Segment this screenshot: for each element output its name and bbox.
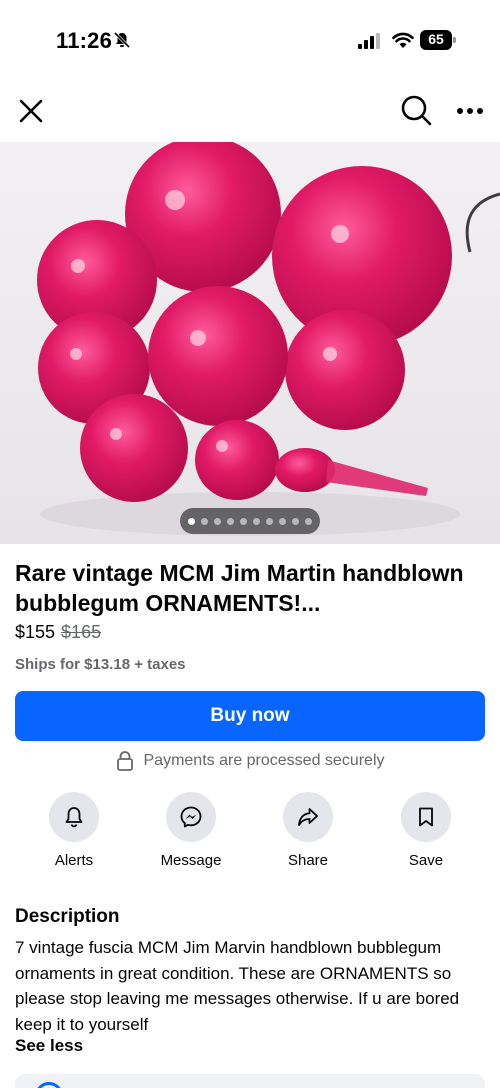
description-text: 7 vintage fuscia MCM Jim Marvin handblow…: [15, 938, 460, 1034]
see-less-link[interactable]: See less: [15, 1036, 83, 1056]
battery-level: 65: [428, 31, 444, 47]
original-price: $165: [61, 622, 102, 642]
lock-icon: [116, 751, 133, 771]
bell-slash-icon: [113, 31, 131, 49]
pager-dot: [214, 517, 221, 525]
message-circle[interactable]: [166, 792, 216, 842]
share-icon: [298, 808, 318, 826]
description-heading: Description: [15, 906, 120, 927]
battery-icon: 65: [420, 30, 456, 50]
messenger-icon: [180, 806, 202, 828]
more-horizontal-icon[interactable]: [452, 94, 488, 128]
message-label: Message: [160, 852, 222, 869]
alerts-circle[interactable]: [49, 792, 99, 842]
pager-dot: [227, 517, 234, 525]
shipping-info: Ships for $13.18 + taxes: [15, 656, 186, 673]
seller-card-icon: [35, 1082, 63, 1088]
wifi-icon: [392, 32, 414, 48]
pager-dot: [240, 517, 247, 525]
listing-photo[interactable]: [0, 142, 500, 544]
pager-dot: [292, 517, 299, 525]
ornaments-image: [0, 142, 500, 544]
search-icon[interactable]: [398, 92, 434, 128]
bookmark-icon: [419, 807, 433, 827]
save-circle[interactable]: [401, 792, 451, 842]
top-nav: [0, 84, 500, 140]
cellular-signal-icon: [358, 33, 380, 49]
save-button[interactable]: Save: [376, 792, 476, 869]
pager-dot: [188, 517, 195, 525]
listing-title: Rare vintage MCM Jim Martin handblown bu…: [15, 560, 464, 616]
price-row: $155 $165: [15, 622, 101, 643]
buy-now-button[interactable]: Buy now: [15, 691, 485, 741]
close-icon[interactable]: [14, 94, 48, 128]
alerts-button[interactable]: Alerts: [24, 792, 124, 869]
pager-dot: [201, 517, 208, 525]
alerts-label: Alerts: [54, 852, 94, 869]
pager-dot: [279, 517, 286, 525]
secure-payment-text: Payments are processed securely: [143, 752, 385, 769]
bell-icon: [65, 807, 83, 828]
share-label: Share: [287, 852, 329, 869]
pager-dot: [266, 517, 273, 525]
status-time: 11:26: [56, 28, 113, 53]
photo-pager[interactable]: [180, 508, 320, 534]
listing-price: $155: [15, 622, 56, 642]
seller-card[interactable]: [15, 1074, 485, 1088]
pager-dot: [305, 517, 312, 525]
share-circle[interactable]: [283, 792, 333, 842]
save-label: Save: [408, 852, 444, 869]
pager-dot: [253, 517, 260, 525]
action-bar: Alerts Message Share Save: [0, 792, 500, 872]
message-button[interactable]: Message: [141, 792, 241, 869]
status-bar: 11:26 65: [0, 0, 500, 84]
share-button[interactable]: Share: [258, 792, 358, 869]
secure-payment-note: Payments are processed securely: [0, 750, 500, 772]
